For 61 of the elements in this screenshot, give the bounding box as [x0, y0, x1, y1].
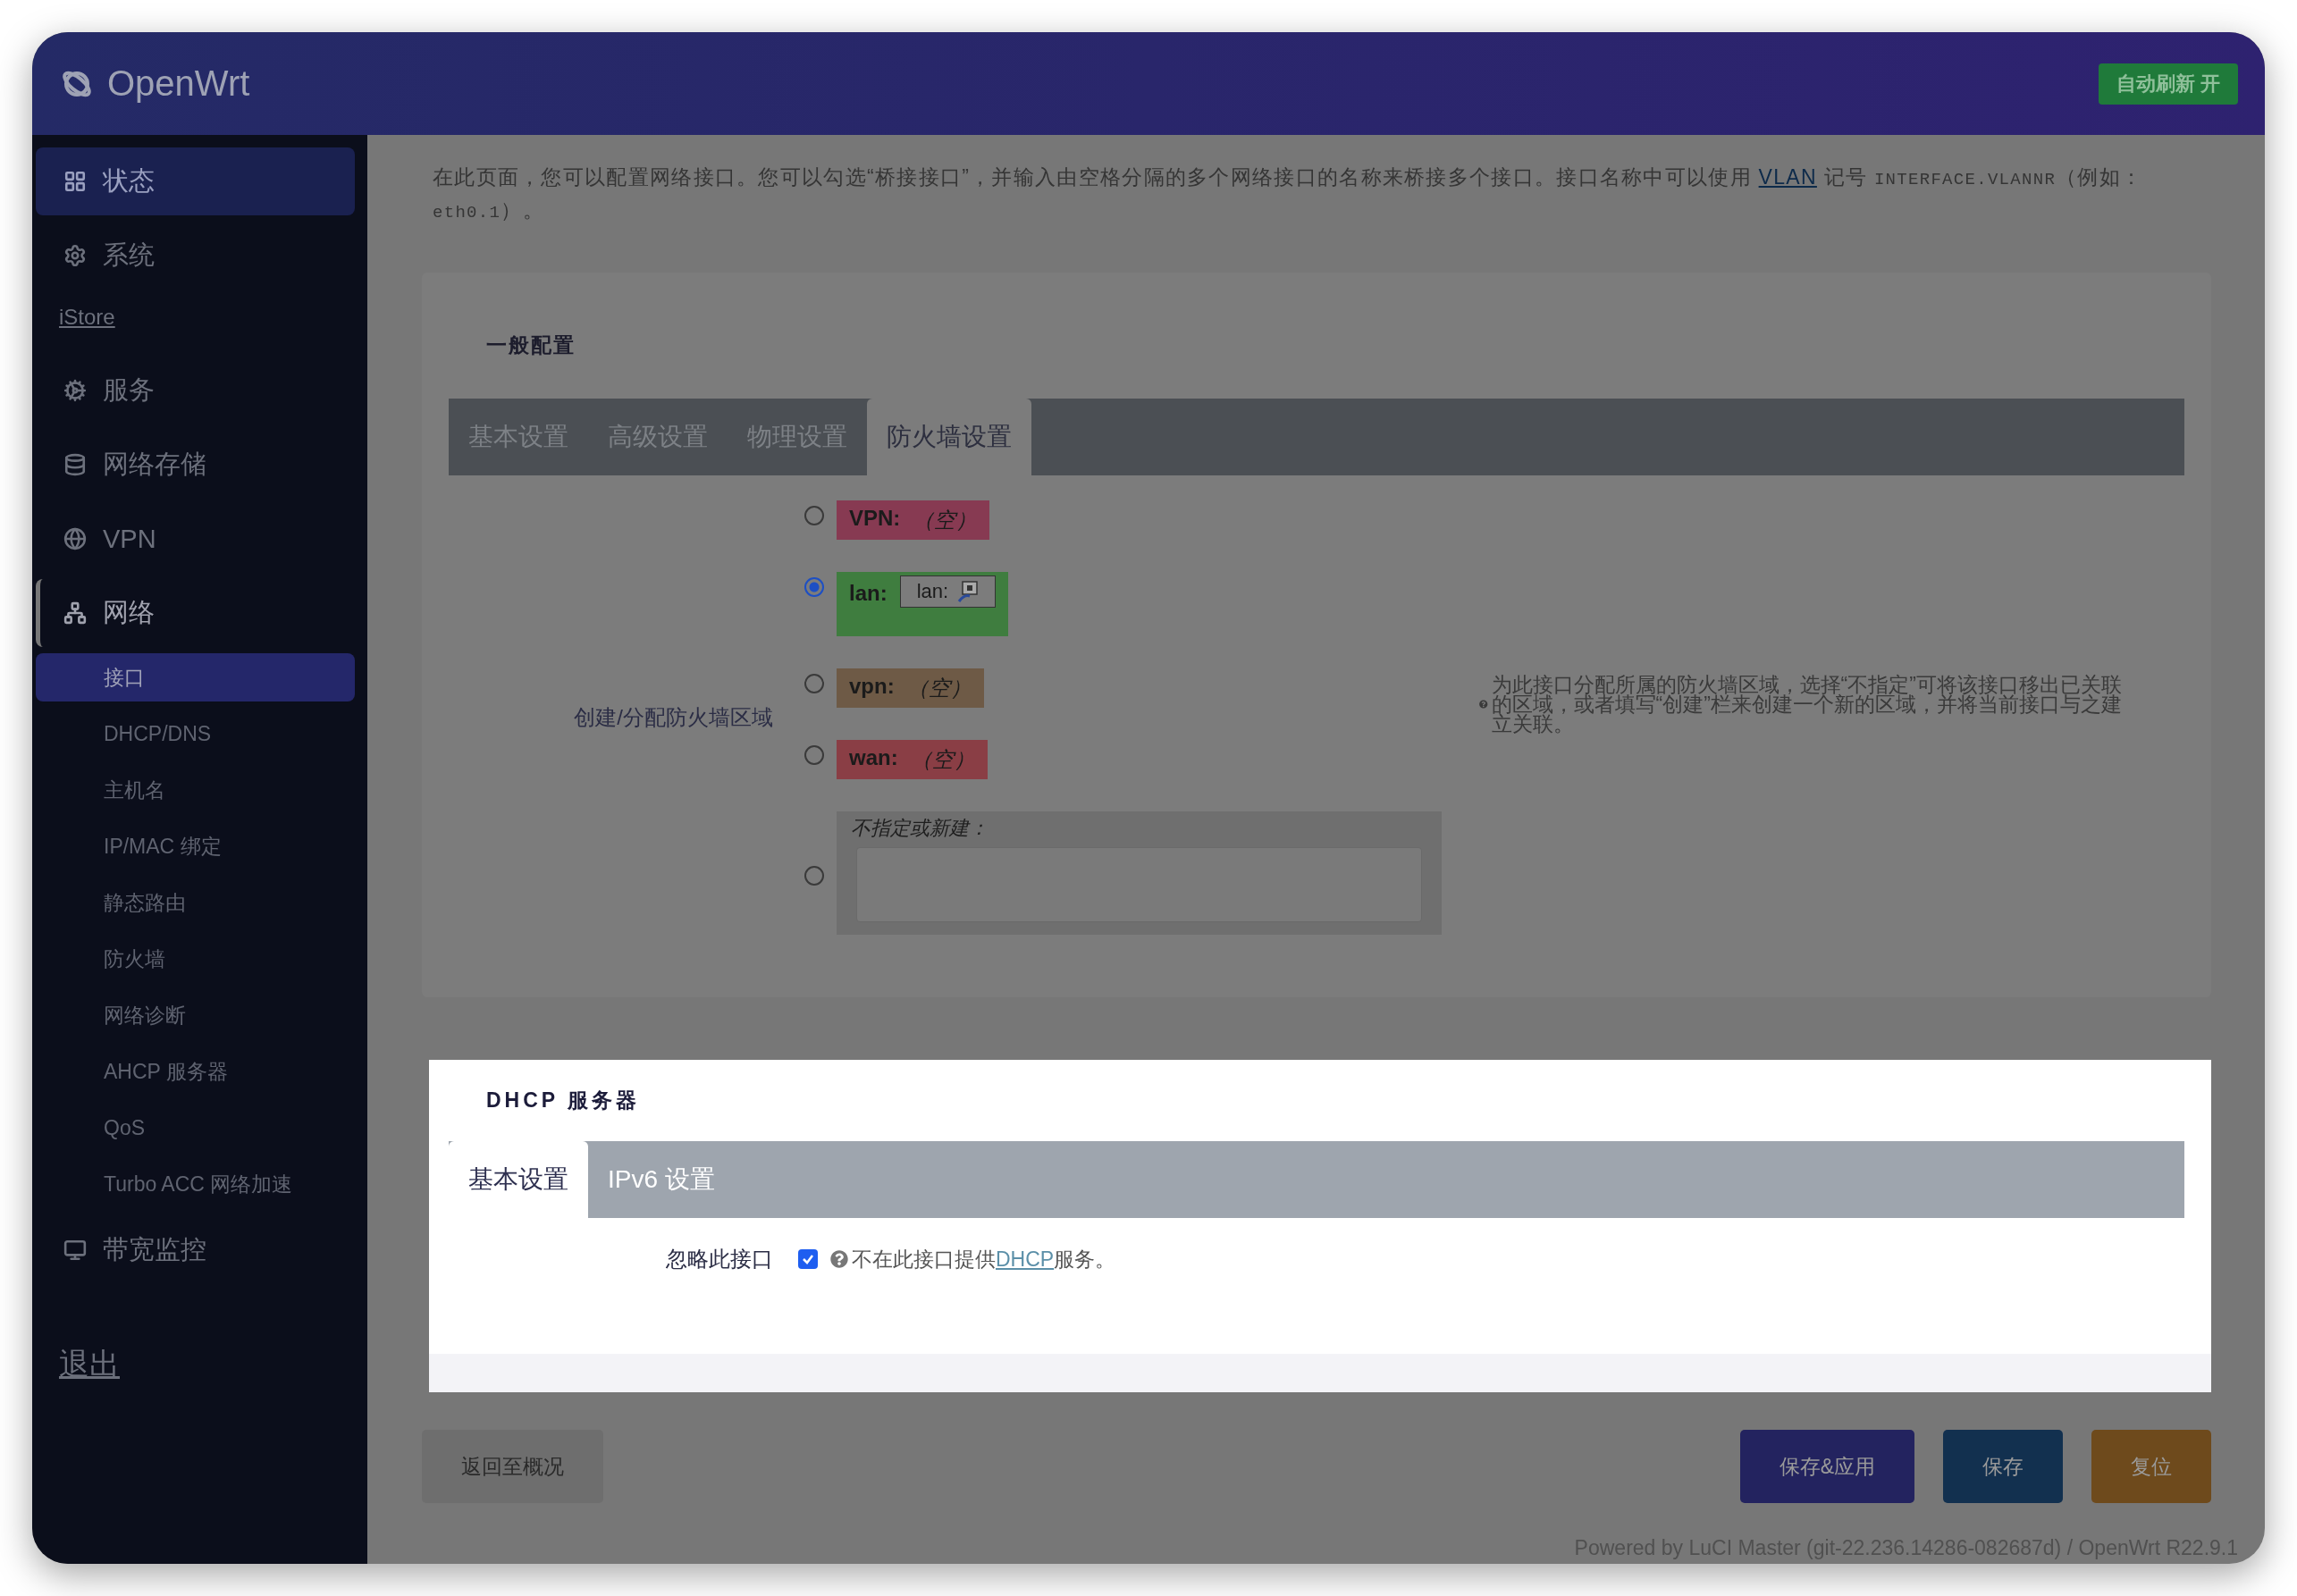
submenu-item[interactable]: 主机名 [36, 766, 355, 814]
menu-icon [63, 601, 87, 625]
submenu-item[interactable]: Turbo ACC 网络加速 [36, 1160, 355, 1208]
submenu-item[interactable]: DHCP/DNS [36, 710, 355, 758]
submenu-item[interactable]: QoS [36, 1104, 355, 1152]
page-description: 在此页面，您可以配置网络接口。您可以勾选“桥接接口”，并输入由空格分隔的多个网络接口的名称来桥接多个接口。接口名称中可以使用 VLAN 记号 INTERFACE.VLANNR（例如： eth0.1）。 [432, 164, 2144, 224]
section-title: DHCP 服务器 [486, 1088, 642, 1113]
radio-button[interactable] [804, 577, 824, 597]
device-chip: lan: [899, 575, 997, 608]
menu-item[interactable]: VPN [36, 505, 355, 573]
menu-icon [63, 1239, 87, 1262]
menu-icon [63, 379, 87, 402]
zone-name: lan: [849, 581, 888, 606]
menu-icon [63, 453, 87, 476]
back-button[interactable]: 返回至概况 [422, 1430, 603, 1503]
zone-empty: （空） [906, 675, 972, 701]
radio-button[interactable] [804, 745, 824, 765]
menu-icon [63, 527, 87, 550]
radio-button[interactable] [804, 866, 824, 886]
menu-item[interactable]: 带宽监控 [36, 1216, 355, 1284]
port-icon [957, 580, 980, 603]
help-text: 不在此接口提供DHCP服务。 [852, 1246, 1116, 1273]
menu-link[interactable]: iStore [59, 305, 115, 330]
menu-item[interactable]: 状态 [36, 147, 355, 215]
submenu-item[interactable]: 防火墙 [36, 935, 355, 983]
zone-name: vpn: [849, 674, 895, 699]
menu-item[interactable]: 系统 [36, 222, 355, 290]
menu-icon [63, 170, 87, 193]
field-label: 忽略此接口 [665, 1246, 773, 1273]
checkbox[interactable] [798, 1249, 818, 1269]
action-button[interactable]: 保存&应用 [1739, 1430, 1914, 1503]
radio-button[interactable] [804, 506, 824, 525]
brand-name: OpenWrt [107, 63, 250, 104]
submenu-item[interactable]: 静态路由 [36, 878, 355, 927]
zone-name: VPN: [849, 506, 901, 531]
radio-button[interactable] [804, 674, 824, 693]
tab[interactable]: IPv6 设置 [588, 1141, 735, 1218]
action-button[interactable]: 复位 [2091, 1430, 2211, 1503]
menu-icon [63, 244, 87, 267]
menu-item[interactable]: 网络 [36, 579, 355, 647]
menu-item[interactable]: 服务 [36, 357, 355, 424]
auto-refresh-button[interactable]: 自动刷新 开 [2098, 63, 2238, 105]
submenu-item[interactable]: 网络诊断 [36, 991, 355, 1039]
zone-empty: （空） [910, 746, 975, 773]
tab[interactable]: 防火墙设置 [867, 399, 1031, 475]
custom-zone-label: 不指定或新建： [851, 816, 989, 841]
help-text: 为此接口分配所属的防火墙区域，选择“不指定”可将该接口移出已关联的区域，或者填写“创建”栏来创建一个新的区域，并将当前接口与之建立关联。 [1491, 675, 2123, 734]
menu-item[interactable]: 网络存储 [36, 431, 355, 499]
zone-empty: （空） [913, 507, 978, 533]
logout-link[interactable]: 退出 [59, 1344, 120, 1385]
submenu-item[interactable]: AHCP 服务器 [36, 1047, 355, 1096]
zone-name: wan: [849, 745, 898, 770]
section-title: 一般配置 [486, 332, 576, 358]
action-button[interactable]: 保存 [1943, 1430, 2063, 1503]
link[interactable]: VLAN [1758, 165, 1817, 189]
tab[interactable]: 基本设置 [449, 1141, 588, 1218]
submenu-item[interactable]: IP/MAC 绑定 [36, 822, 355, 870]
link[interactable]: DHCP [996, 1247, 1055, 1271]
submenu-item[interactable]: 接口 [36, 653, 355, 701]
field-label: 创建/分配防火墙区域 [574, 704, 773, 731]
help-icon [830, 1250, 848, 1268]
